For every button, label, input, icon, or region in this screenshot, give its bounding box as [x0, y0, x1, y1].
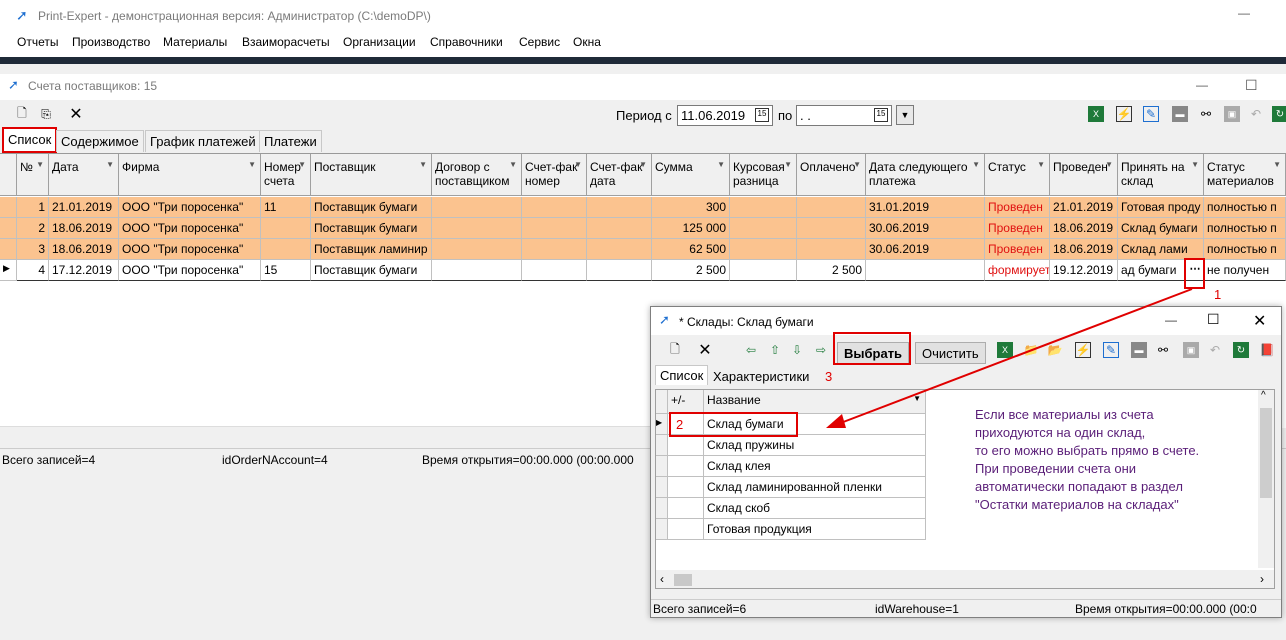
note-line: "Остатки материалов на складах" — [975, 497, 1179, 512]
explanation-note: Если все материалы из счета приходуются н… — [975, 406, 1275, 514]
note-line: приходуются на один склад, — [975, 425, 1146, 440]
annotation-arrow — [826, 288, 1193, 428]
note-line: автоматически попадают в раздел — [975, 479, 1183, 494]
note-line: Если все материалы из счета — [975, 407, 1154, 422]
note-line: При проведении счета они — [975, 461, 1137, 476]
note-line: то его можно выбрать прямо в счете. — [975, 443, 1200, 458]
